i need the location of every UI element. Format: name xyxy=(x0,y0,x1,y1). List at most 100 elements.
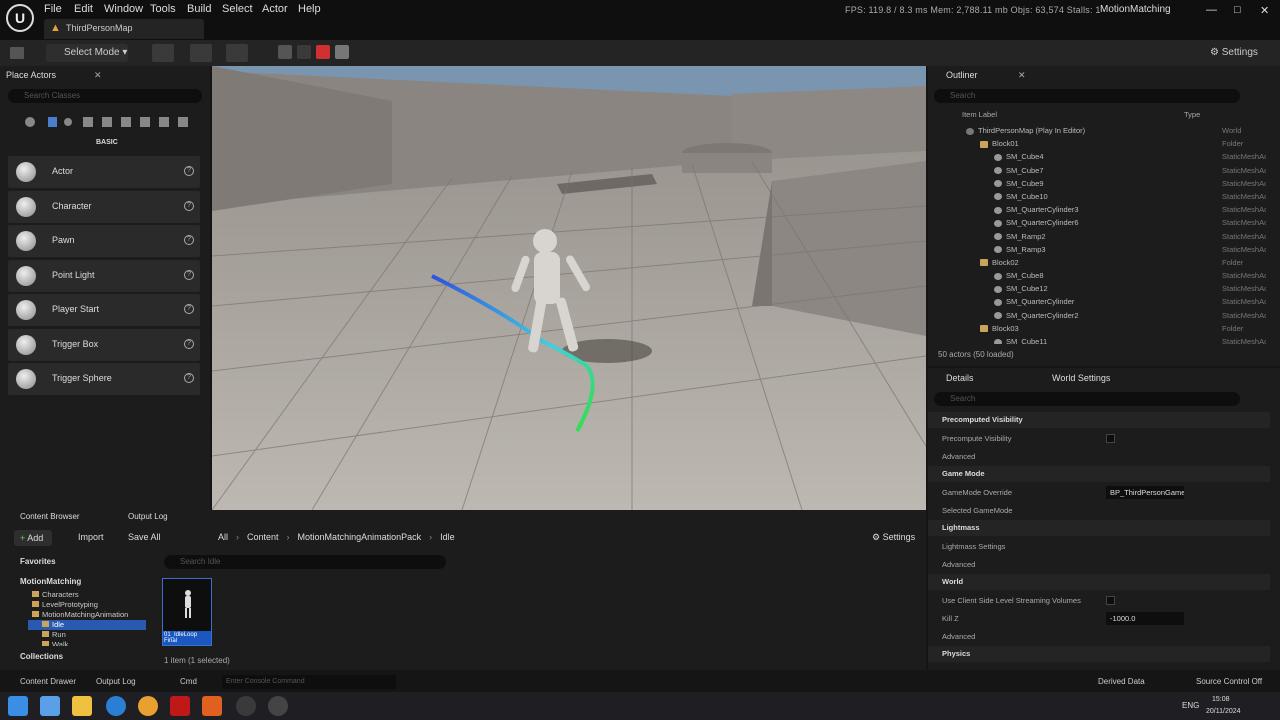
favorites-section[interactable]: Favorites xyxy=(20,557,56,566)
folder-tree-item[interactable]: Run xyxy=(28,630,146,640)
outliner-row[interactable]: Block03 Folder xyxy=(966,322,1266,335)
breadcrumb-item[interactable]: Content xyxy=(247,532,279,542)
settings-button[interactable]: ⚙ Settings xyxy=(1210,44,1270,62)
clock-time[interactable]: 15:08 xyxy=(1212,696,1230,703)
breadcrumb-item[interactable]: All xyxy=(218,532,228,542)
maximize-button[interactable]: □ xyxy=(1234,4,1241,16)
section-header[interactable]: Lightmass xyxy=(928,520,1270,536)
close-outliner-icon[interactable]: ✕ xyxy=(1018,70,1026,81)
output-log-tab[interactable]: Output Log xyxy=(128,512,168,521)
netflix-icon[interactable] xyxy=(170,696,190,716)
property-checkbox[interactable] xyxy=(1106,596,1115,605)
folder-tree-item[interactable]: Characters xyxy=(28,590,146,600)
menu-help[interactable]: Help xyxy=(298,2,321,16)
outliner-row[interactable]: SM_Cube4 StaticMeshActor xyxy=(966,150,1266,163)
type-header[interactable]: Type xyxy=(1184,110,1200,119)
property-value[interactable]: -1000.0 xyxy=(1106,612,1184,625)
place-actors-search[interactable]: Search Classes xyxy=(8,89,202,103)
eject-icon[interactable] xyxy=(335,45,349,59)
unreal-taskbar-icon[interactable] xyxy=(268,696,288,716)
minimize-button[interactable]: — xyxy=(1206,4,1217,16)
property-row[interactable]: Advanced xyxy=(928,448,1270,465)
folder-tree-item[interactable]: Walk xyxy=(28,640,146,646)
pause-icon[interactable] xyxy=(278,45,292,59)
derived-data-button[interactable]: Derived Data xyxy=(1098,677,1145,686)
help-icon[interactable]: ? xyxy=(184,200,194,211)
source-control-button[interactable]: Source Control Off xyxy=(1196,677,1262,686)
folder-tree-item[interactable]: LevelPrototyping xyxy=(28,600,146,610)
unreal-logo-icon[interactable]: U xyxy=(6,4,34,32)
import-button[interactable]: Import xyxy=(78,532,104,542)
actor-item-pawn[interactable]: Pawn? xyxy=(8,225,200,257)
help-icon[interactable]: ? xyxy=(184,166,194,176)
item-label-header[interactable]: Item Label xyxy=(962,110,997,119)
outliner-row[interactable]: SM_QuarterCylinder2 StaticMeshActor xyxy=(966,309,1266,322)
outliner-row[interactable]: SM_Ramp3 StaticMeshActor xyxy=(966,243,1266,256)
menu-window[interactable]: Window xyxy=(104,2,143,16)
cmd-dropdown[interactable]: Cmd xyxy=(180,677,197,686)
help-icon[interactable]: ? xyxy=(184,304,194,314)
collections-section[interactable]: Collections xyxy=(20,652,63,661)
property-row[interactable]: Lightmass Settings xyxy=(928,538,1270,555)
outliner-row[interactable]: SM_Cube10 StaticMeshActor xyxy=(966,190,1266,203)
property-row[interactable]: Advanced xyxy=(928,556,1270,573)
property-row[interactable]: Kill Z -1000.0 xyxy=(928,610,1270,627)
actor-item-trigger-box[interactable]: Trigger Box? xyxy=(8,328,200,361)
category-icons[interactable] xyxy=(24,116,194,128)
add-content-icon[interactable] xyxy=(152,44,174,62)
outliner-row[interactable]: SM_QuarterCylinder6 StaticMeshActor xyxy=(966,216,1266,229)
breadcrumb-item[interactable]: Idle xyxy=(440,532,455,542)
actor-item-character[interactable]: Character? xyxy=(8,190,200,223)
details-search[interactable]: Search xyxy=(934,392,1240,406)
stop-icon[interactable] xyxy=(316,45,330,59)
help-icon[interactable]: ? xyxy=(184,338,194,349)
obs-icon[interactable] xyxy=(236,696,256,716)
outliner-row[interactable]: SM_Cube11 StaticMeshActor xyxy=(966,335,1266,344)
output-log-button[interactable]: Output Log xyxy=(96,677,136,686)
chrome-icon[interactable] xyxy=(138,696,158,716)
outliner-row[interactable]: SM_Ramp2 StaticMeshActor xyxy=(966,230,1266,243)
outliner-row[interactable]: SM_Cube7 StaticMeshActor xyxy=(966,164,1266,177)
menu-file[interactable]: File xyxy=(44,2,62,16)
details-tab[interactable]: Details xyxy=(946,369,1006,387)
level-tab[interactable]: ▲ ThirdPersonMap xyxy=(44,19,204,39)
add-button[interactable]: + Add xyxy=(14,530,52,546)
menu-build[interactable]: Build xyxy=(187,2,211,16)
help-icon[interactable]: ? xyxy=(184,373,194,383)
section-header[interactable]: Game Mode xyxy=(928,466,1270,482)
blender-icon[interactable] xyxy=(202,696,222,716)
edge-icon[interactable] xyxy=(106,696,126,716)
close-button[interactable]: ✕ xyxy=(1260,4,1269,17)
property-row[interactable]: Use Client Side Level Streaming Volumes xyxy=(928,592,1270,609)
property-value[interactable]: BP_ThirdPersonGameMode xyxy=(1106,486,1184,499)
menu-actor[interactable]: Actor xyxy=(262,2,288,16)
language-indicator[interactable]: ENG xyxy=(1182,701,1199,710)
menu-edit[interactable]: Edit xyxy=(74,2,93,16)
property-checkbox[interactable] xyxy=(1106,434,1115,443)
property-row[interactable]: GameMode Override BP_ThirdPersonGameMode xyxy=(928,484,1270,501)
breadcrumb-item[interactable]: MotionMatchingAnimationPack xyxy=(298,532,422,542)
actor-item-point-light[interactable]: Point Light? xyxy=(8,259,200,292)
property-row[interactable]: Selected GameMode xyxy=(928,502,1270,519)
section-header[interactable]: Precomputed Visibility xyxy=(928,412,1270,428)
cinematics-icon[interactable] xyxy=(226,44,248,62)
save-all-button[interactable]: Save All xyxy=(128,532,161,542)
outliner-row[interactable]: SM_Cube9 StaticMeshActor xyxy=(966,177,1266,190)
outliner-row[interactable]: SM_Cube12 StaticMeshActor xyxy=(966,282,1266,295)
close-tab-icon[interactable]: ✕ xyxy=(94,70,102,81)
outliner-search[interactable]: Search xyxy=(934,89,1240,103)
outliner-row[interactable]: SM_QuarterCylinder StaticMeshActor xyxy=(966,295,1266,308)
content-browser-tab[interactable]: Content Browser xyxy=(20,512,80,521)
actor-item-actor[interactable]: Actor? xyxy=(8,156,200,188)
file-explorer-icon[interactable] xyxy=(72,696,92,716)
menu-select[interactable]: Select xyxy=(222,2,253,16)
windows-start-icon[interactable] xyxy=(8,696,28,716)
outliner-row[interactable]: SM_QuarterCylinder3 StaticMeshActor xyxy=(966,203,1266,216)
outliner-row[interactable]: Block02 Folder xyxy=(966,256,1266,269)
world-settings-tab[interactable]: World Settings xyxy=(1052,369,1132,387)
help-icon[interactable]: ? xyxy=(184,235,194,245)
save-icon[interactable] xyxy=(10,47,24,59)
outliner-row[interactable]: Block01 Folder xyxy=(966,137,1266,150)
folder-tree-item[interactable]: Idle xyxy=(28,620,146,630)
menu-tools[interactable]: Tools xyxy=(150,2,176,16)
